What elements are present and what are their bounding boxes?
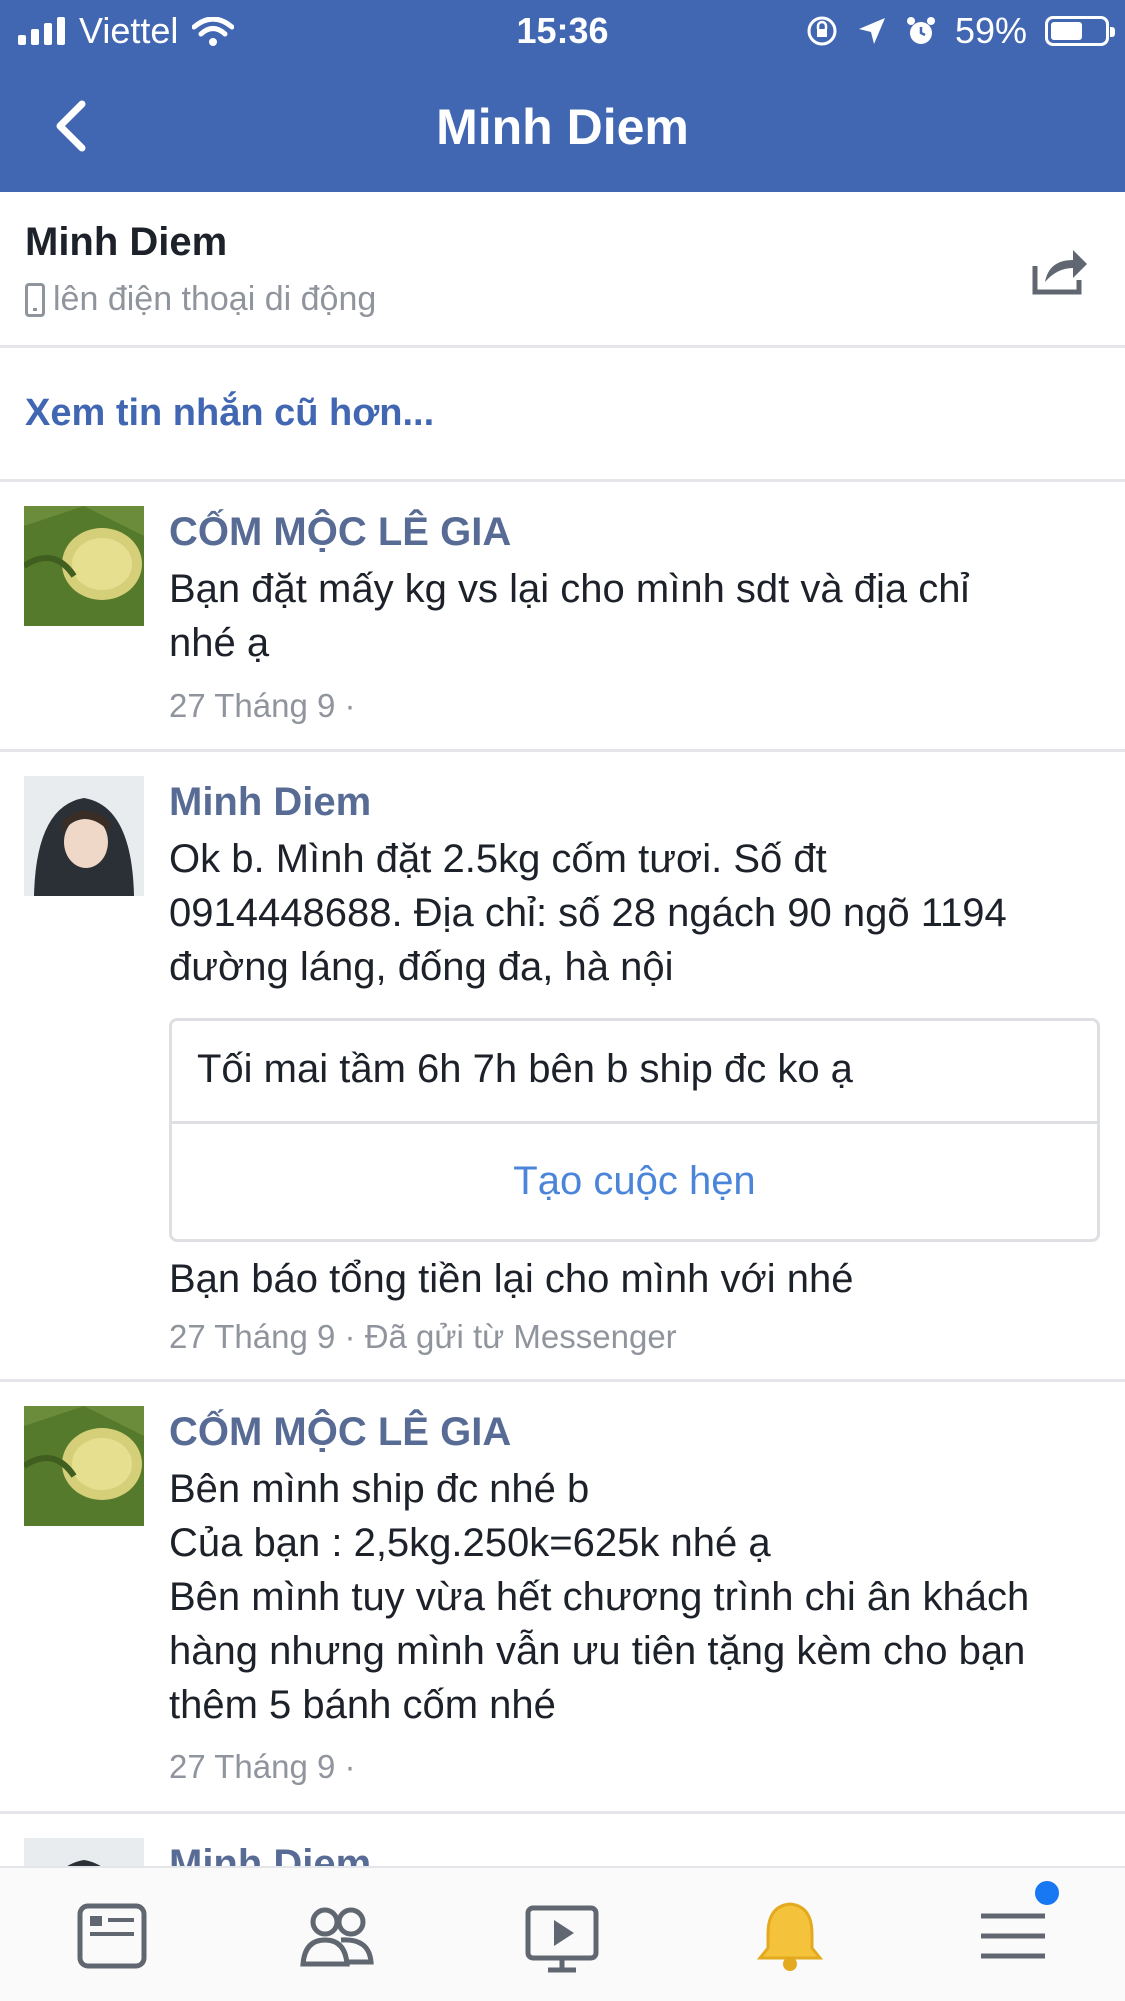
message-line: 0914448688. Địa chỉ: số 28 ngách 90 ngõ … (169, 891, 1007, 935)
message-text: Ok b. Mình đặt 2.5kg cốm tươi. Số đt 091… (169, 832, 1104, 994)
see-older-messages-link[interactable]: Xem tin nhắn cũ hơn... (25, 392, 434, 435)
status-bar: Viettel 15:36 59% (0, 0, 1125, 62)
mobile-phone-icon (25, 282, 45, 317)
card-divider (172, 1121, 1097, 1124)
appointment-question: Tối mai tầm 6h 7h bên b ship đc ko ạ (197, 1047, 853, 1091)
bottom-tab-bar (0, 1866, 1125, 2001)
news-feed-icon[interactable] (72, 1896, 152, 1976)
message-item: Minh Diem Ok b. Mình đặt 2.5kg cốm tươi.… (0, 752, 1125, 1382)
share-icon[interactable] (1029, 244, 1091, 298)
message-line: Bên mình tuy vừa hết chương trình chi ân… (169, 1575, 1030, 1619)
message-item: CỐM MỘC LÊ GIA Bên mình ship đc nhé b Củ… (0, 1382, 1125, 1814)
location-arrow-icon (858, 18, 885, 44)
message-line: thêm 5 bánh cốm nhé (169, 1683, 556, 1727)
message-text: Bên mình ship đc nhé b Của bạn : 2,5kg.2… (169, 1462, 1104, 1732)
contact-name[interactable]: Minh Diem (25, 220, 227, 265)
subtitle-text: lên điện thoại di động (53, 280, 377, 318)
menu-icon[interactable] (973, 1896, 1053, 1976)
appointment-card: Tối mai tầm 6h 7h bên b ship đc ko ạ Tạo… (169, 1018, 1100, 1242)
message-line: Bên mình ship đc nhé b (169, 1467, 590, 1511)
message-line: nhé ạ (169, 621, 270, 665)
message-line: Bạn đặt mấy kg vs lại cho mình sdt và đị… (169, 567, 970, 611)
notifications-bell-icon[interactable] (750, 1896, 830, 1976)
contact-subtitle: lên điện thoại di động (25, 280, 376, 319)
video-icon[interactable] (522, 1896, 602, 1976)
older-messages-row[interactable]: Xem tin nhắn cũ hơn... (0, 348, 1125, 482)
message-item: Minh Diem (0, 1814, 1125, 1874)
page-title: Minh Diem (436, 99, 689, 155)
avatar[interactable] (24, 776, 144, 896)
menu-notification-dot (1032, 1878, 1062, 1908)
navigation-bar: Minh Diem (0, 62, 1125, 192)
message-item: CỐM MỘC LÊ GIA Bạn đặt mấy kg vs lại cho… (0, 482, 1125, 752)
message-text: Bạn đặt mấy kg vs lại cho mình sdt và đị… (169, 562, 1104, 670)
conversation-header: Minh Diem lên điện thoại di động (0, 192, 1125, 348)
alarm-icon (906, 17, 935, 44)
message-timestamp: 27 Tháng 9 · (169, 687, 356, 724)
avatar[interactable] (24, 506, 144, 626)
orientation-lock-icon (807, 16, 837, 46)
sender-name[interactable]: CỐM MỘC LÊ GIA (169, 1410, 511, 1455)
message-followup-text: Bạn báo tổng tiền lại cho mình với nhé (169, 1257, 854, 1301)
sender-name[interactable]: CỐM MỘC LÊ GIA (169, 510, 511, 555)
message-line: hàng nhưng mình vẫn ưu tiên tặng kèm cho… (169, 1629, 1026, 1673)
message-timestamp: 27 Tháng 9 · Đã gửi từ Messenger (169, 1318, 677, 1355)
friends-icon[interactable] (297, 1896, 377, 1976)
create-appointment-button[interactable]: Tạo cuộc hẹn (172, 1159, 1097, 1204)
battery-percent: 59% (954, 10, 1027, 51)
message-line: đường láng, đống đa, hà nội (169, 945, 674, 989)
message-line: Của bạn : 2,5kg.250k=625k nhé ạ (169, 1521, 771, 1565)
message-line: Ok b. Mình đặt 2.5kg cốm tươi. Số đt (169, 837, 827, 881)
battery-icon (1045, 16, 1115, 46)
top-bar: Viettel 15:36 59% Minh Diem (0, 0, 1125, 192)
message-timestamp: 27 Tháng 9 · (169, 1748, 356, 1785)
sender-name[interactable]: Minh Diem (169, 780, 371, 825)
avatar[interactable] (24, 1406, 144, 1526)
